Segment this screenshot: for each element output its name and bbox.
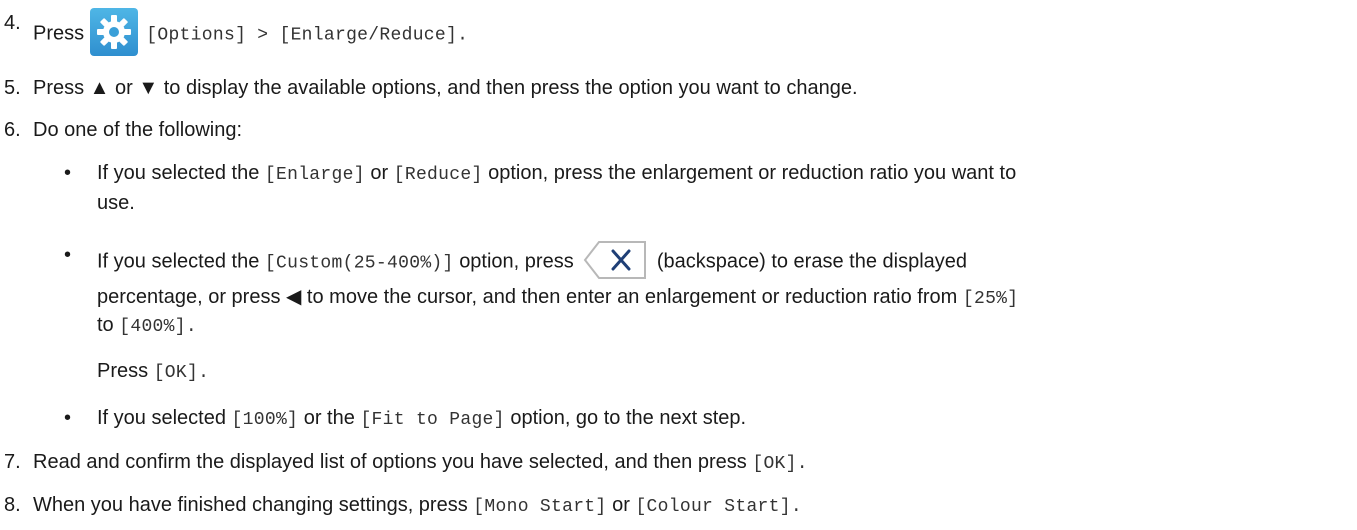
option-reduce: [Reduce] <box>393 165 483 185</box>
bullet-text: option, press the enlargement or reducti… <box>488 162 1017 184</box>
step-number: 5. <box>4 77 21 99</box>
bullet-text: option, go to the next step. <box>510 407 747 429</box>
step-text: Press ▲ or ▼ to display the available op… <box>33 77 858 99</box>
colour-start-ref: [Colour Start]. <box>635 497 802 517</box>
step-text: Do one of the following: <box>33 119 243 141</box>
bullet-text: or the <box>303 407 355 429</box>
bullet: • <box>64 407 72 429</box>
gear-icon <box>89 8 138 56</box>
step-text: Press <box>33 22 85 45</box>
bullet-text: If you selected <box>97 407 226 429</box>
bullet-text: percentage, or press ◀ to move the curso… <box>97 286 958 308</box>
step-number: 4. <box>4 12 21 34</box>
step-text: When you have finished changing settings… <box>33 494 468 516</box>
option-fit-to-page: [Fit to Page] <box>360 410 505 430</box>
bullet: • <box>64 244 72 266</box>
ok-button-ref: [OK]. <box>153 363 210 383</box>
menu-path: [Options] > [Enlarge/Reduce]. <box>146 25 469 46</box>
option-100: [100%] <box>231 410 299 430</box>
bullet-text: or <box>370 162 389 184</box>
bullet-text: use. <box>97 192 135 214</box>
bullet-text: If you selected the <box>97 162 260 184</box>
bullet: • <box>64 162 72 184</box>
step-number: 6. <box>4 119 21 141</box>
step-number: 8. <box>4 494 21 516</box>
bullet-text: option, press <box>459 250 574 273</box>
ratio-min: [25%] <box>962 289 1019 309</box>
mono-start-ref: [Mono Start] <box>473 497 607 517</box>
backspace-icon <box>583 240 647 280</box>
bullet-text: If you selected the <box>97 250 260 273</box>
step-text: Read and confirm the displayed list of o… <box>33 451 747 473</box>
step-number: 7. <box>4 451 21 473</box>
option-enlarge: [Enlarge] <box>264 165 365 185</box>
option-custom: [Custom(25-400%)] <box>264 253 454 274</box>
ok-button-ref: [OK]. <box>752 454 808 474</box>
bullet-text: (backspace) to erase the displayed <box>656 250 968 273</box>
bullet-text: to <box>97 314 114 336</box>
bullet-text: Press <box>97 360 149 382</box>
step-text: or <box>612 494 630 516</box>
ratio-max: [400%]. <box>119 317 197 337</box>
